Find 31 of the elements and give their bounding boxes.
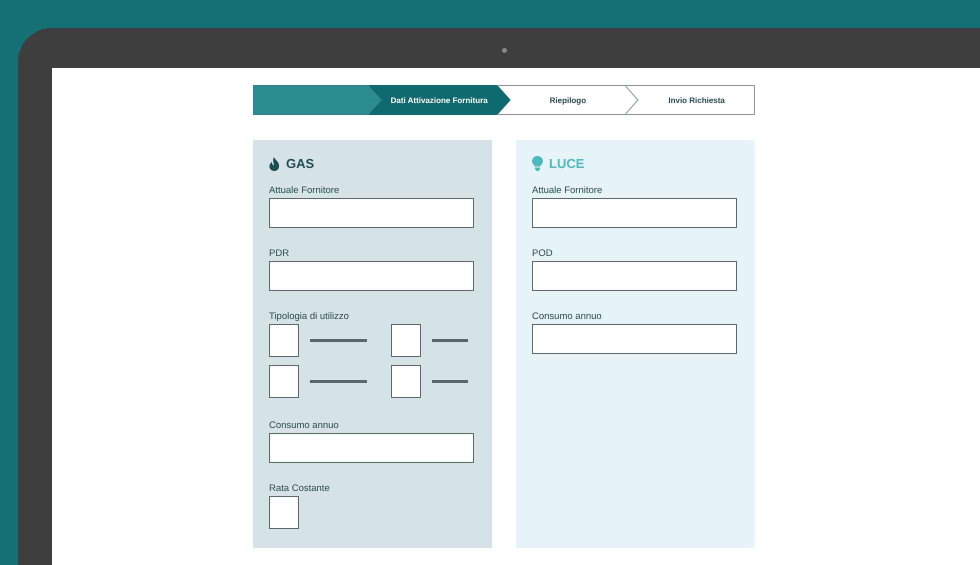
chevron-icon xyxy=(625,85,640,115)
input-field[interactable] xyxy=(532,261,737,291)
checkbox[interactable] xyxy=(269,365,299,398)
light-bulb-icon xyxy=(532,156,543,171)
step-tab[interactable]: Invio Richiesta xyxy=(639,85,755,115)
field-label: Attuale Fornitore xyxy=(532,185,604,196)
label-placeholder-bar xyxy=(310,380,367,383)
input-field[interactable] xyxy=(269,261,474,291)
input-field[interactable] xyxy=(269,433,474,463)
flame-icon xyxy=(269,156,280,170)
label-placeholder-bar xyxy=(432,380,468,383)
field-label: Consumo annuo xyxy=(532,311,603,322)
label-placeholder-bar xyxy=(432,339,468,342)
checkbox[interactable] xyxy=(269,324,299,357)
input-field[interactable] xyxy=(532,324,737,354)
field-label: Rata Costante xyxy=(269,483,331,494)
input-field[interactable] xyxy=(269,198,474,228)
panel-title: GAS xyxy=(286,156,314,171)
checkbox[interactable] xyxy=(391,324,421,357)
panel-title: LUCE xyxy=(549,156,584,171)
input-field[interactable] xyxy=(532,198,737,228)
camera-icon xyxy=(502,48,507,53)
step-tab[interactable]: Riepilogo xyxy=(510,85,626,115)
field-label: PDR xyxy=(269,248,290,259)
label-placeholder-bar xyxy=(310,339,367,342)
field-label: Attuale Fornitore xyxy=(269,185,340,196)
field-label: POD xyxy=(532,248,554,259)
checkbox[interactable] xyxy=(269,496,299,529)
field-label: Consumo annuo xyxy=(269,420,340,431)
checkbox[interactable] xyxy=(391,365,421,398)
field-label: Tipologia di utilizzo xyxy=(269,311,350,322)
